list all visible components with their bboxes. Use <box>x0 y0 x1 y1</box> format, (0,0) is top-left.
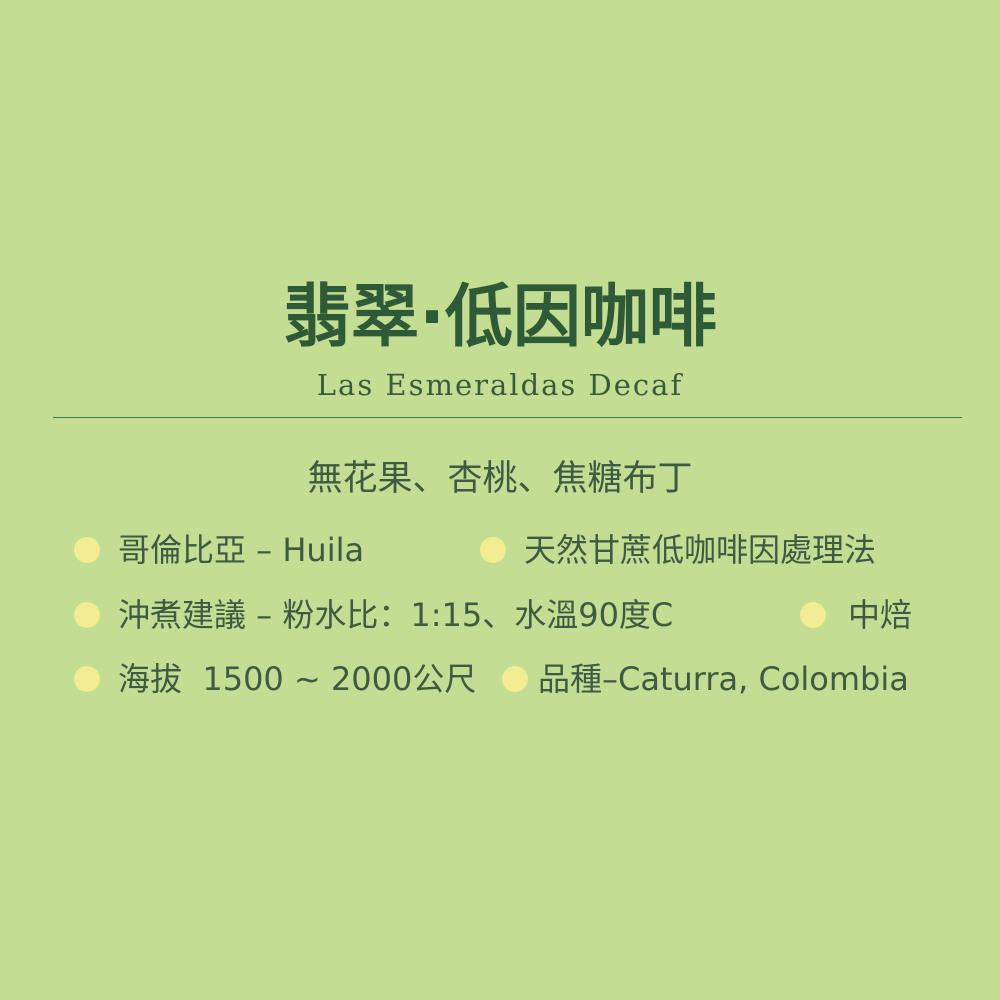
detail-process-text: 天然甘蔗低咖啡因處理法 <box>524 531 877 569</box>
divider-line <box>53 417 962 418</box>
detail-brewing: 沖煮建議 – 粉水比：1:15、水溫90度C <box>74 590 673 640</box>
detail-origin: 哥倫比亞 – Huila <box>74 525 364 575</box>
product-title: 翡翠·低因咖啡 <box>283 278 717 357</box>
detail-roast-text: 中焙 <box>848 596 913 634</box>
dot-icon <box>74 602 100 628</box>
detail-brewing-text: 沖煮建議 – 粉水比：1:15、水溫90度C <box>118 596 674 634</box>
flavor-notes: 無花果、杏桃、焦糖布丁 <box>307 459 693 499</box>
dot-icon <box>74 666 100 692</box>
dot-icon <box>800 602 826 628</box>
detail-altitude-text: 海拔 1500 ~ 2000公尺 <box>118 660 477 698</box>
detail-origin-text: 哥倫比亞 – Huila <box>118 531 365 569</box>
detail-process: 天然甘蔗低咖啡因處理法 <box>480 525 876 575</box>
detail-roast: 中焙 <box>800 590 912 640</box>
dot-icon <box>74 537 100 563</box>
detail-altitude: 海拔 1500 ~ 2000公尺 <box>74 654 476 704</box>
detail-variety: 品種–Caturra, Colombia <box>502 654 909 704</box>
product-subtitle: Las Esmeraldas Decaf <box>316 368 684 402</box>
dot-icon <box>480 537 506 563</box>
dot-icon <box>502 666 528 692</box>
detail-variety-text: 品種–Caturra, Colombia <box>538 660 909 698</box>
